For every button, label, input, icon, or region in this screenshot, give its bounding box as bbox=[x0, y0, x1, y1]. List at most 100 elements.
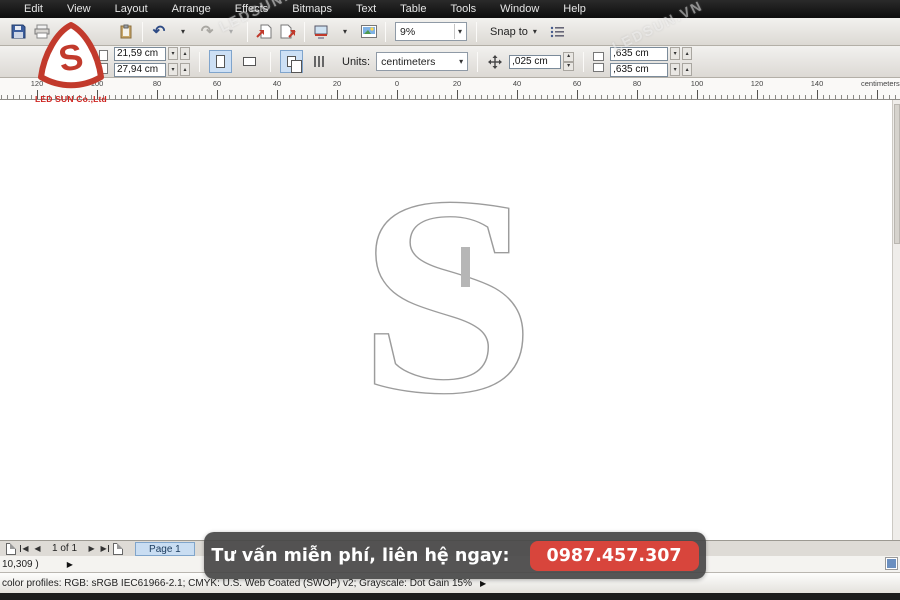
duplicate-x-spin-down[interactable]: ▾ bbox=[670, 47, 680, 60]
units-select[interactable]: centimeters ▾ bbox=[376, 52, 468, 71]
toolbar-separator bbox=[270, 52, 271, 72]
welcome-screen-icon bbox=[361, 25, 377, 38]
last-page-button[interactable]: ▶ bbox=[98, 542, 111, 555]
text-cursor-bar bbox=[461, 247, 470, 287]
vertical-scrollbar[interactable] bbox=[892, 100, 900, 540]
options-button[interactable] bbox=[547, 21, 569, 43]
zoom-level-value: 9% bbox=[400, 26, 451, 38]
toolbar-separator bbox=[476, 22, 477, 42]
snap-to-button[interactable]: Snap to ▾ bbox=[482, 21, 545, 43]
import-button[interactable] bbox=[253, 21, 275, 43]
paper-width-spin-down[interactable]: ▾ bbox=[168, 47, 178, 60]
menu-help[interactable]: Help bbox=[551, 0, 598, 18]
toolbar-separator bbox=[142, 22, 143, 42]
landscape-button[interactable] bbox=[238, 50, 261, 73]
ruler-unit-label: centimeters bbox=[861, 79, 900, 88]
menu-view[interactable]: View bbox=[55, 0, 103, 18]
toolbar-separator bbox=[477, 52, 478, 72]
menu-window[interactable]: Window bbox=[488, 0, 551, 18]
launcher-dropdown[interactable]: ▾ bbox=[334, 21, 356, 43]
paper-width-field[interactable] bbox=[114, 47, 166, 61]
redo-dropdown[interactable]: ▾ bbox=[220, 21, 242, 43]
portrait-icon bbox=[216, 55, 225, 68]
ruler-label: 60 bbox=[213, 79, 221, 88]
application-launcher-button[interactable] bbox=[310, 21, 332, 43]
all-pages-icon bbox=[287, 56, 296, 67]
nudge-distance-field[interactable] bbox=[509, 55, 561, 69]
next-page-button[interactable]: ▶ bbox=[85, 542, 98, 555]
save-button[interactable] bbox=[7, 21, 29, 43]
app-window: Edit View Layout Arrange Effects Bitmaps… bbox=[0, 0, 900, 600]
chevron-down-icon: ▾ bbox=[458, 28, 462, 36]
menu-arrange[interactable]: Arrange bbox=[160, 0, 223, 18]
nudge-spinner[interactable]: ▴ ▾ bbox=[563, 52, 574, 71]
ruler-label: 0 bbox=[395, 79, 399, 88]
duplicate-y-spin-down[interactable]: ▾ bbox=[670, 63, 680, 76]
ledsun-logo: S LED SUN Co.,Ltd bbox=[28, 21, 114, 104]
first-page-button[interactable]: ◀ bbox=[18, 542, 31, 555]
paste-button[interactable] bbox=[115, 21, 137, 43]
menu-layout[interactable]: Layout bbox=[103, 0, 160, 18]
undo-button[interactable]: ↶ bbox=[148, 21, 170, 43]
paper-height-spin-up[interactable]: ▴ bbox=[180, 63, 190, 76]
last-page-icon bbox=[108, 545, 109, 552]
paper-height-spin-down[interactable]: ▾ bbox=[168, 63, 178, 76]
portrait-button[interactable] bbox=[209, 50, 232, 73]
undo-icon: ↶ bbox=[153, 24, 166, 39]
duplicate-x-field[interactable] bbox=[610, 47, 668, 61]
menubar: Edit View Layout Arrange Effects Bitmaps… bbox=[0, 0, 900, 18]
add-page-after-button[interactable] bbox=[113, 543, 123, 555]
ruler-label: 80 bbox=[633, 79, 641, 88]
zoom-level-select[interactable]: 9% ▾ bbox=[395, 22, 467, 41]
letter-s-shape[interactable]: S bbox=[357, 137, 536, 453]
snap-to-label: Snap to bbox=[490, 26, 528, 38]
duplicate-distance-group: ▾ ▴ ▾ ▴ bbox=[610, 47, 692, 77]
units-label: Units: bbox=[342, 56, 370, 68]
menu-tools[interactable]: Tools bbox=[438, 0, 488, 18]
menu-effects[interactable]: Effects bbox=[223, 0, 280, 18]
ledsun-logo-text: LED SUN Co.,Ltd bbox=[28, 94, 114, 104]
status-flyout-icon[interactable]: ▶ bbox=[67, 560, 73, 569]
landscape-icon bbox=[243, 57, 256, 66]
duplicate-y-spin-up[interactable]: ▴ bbox=[682, 63, 692, 76]
menu-bitmaps[interactable]: Bitmaps bbox=[280, 0, 344, 18]
current-page-button[interactable] bbox=[309, 50, 332, 73]
paper-width-spin-up[interactable]: ▴ bbox=[180, 47, 190, 60]
welcome-screen-button[interactable] bbox=[358, 21, 380, 43]
previous-page-button[interactable]: ◀ bbox=[31, 542, 44, 555]
menu-text[interactable]: Text bbox=[344, 0, 388, 18]
undo-dropdown[interactable]: ▾ bbox=[172, 21, 194, 43]
duplicate-x-icon bbox=[593, 52, 604, 61]
all-pages-button[interactable] bbox=[280, 50, 303, 73]
vertical-scrollbar-thumb[interactable] bbox=[894, 104, 900, 244]
duplicate-y-field[interactable] bbox=[610, 63, 668, 77]
menu-edit[interactable]: Edit bbox=[12, 0, 55, 18]
chevron-down-icon: ▾ bbox=[343, 28, 347, 36]
contact-overlay-bar: Tư vấn miễn phí, liên hệ ngay: 0987.457.… bbox=[204, 532, 706, 579]
window-bottom-edge bbox=[0, 593, 900, 600]
paper-height-field[interactable] bbox=[114, 63, 166, 77]
paper-size-group: ▾ ▴ ▾ ▴ bbox=[114, 47, 190, 77]
duplicate-x-spin-up[interactable]: ▴ bbox=[682, 47, 692, 60]
canvas-area[interactable]: S bbox=[0, 100, 900, 540]
options-icon bbox=[550, 26, 565, 38]
add-page-before-button[interactable] bbox=[6, 543, 16, 555]
export-button[interactable] bbox=[277, 21, 299, 43]
redo-icon: ↷ bbox=[201, 24, 214, 39]
application-launcher-icon bbox=[313, 25, 329, 39]
page-tab[interactable]: Page 1 bbox=[135, 542, 195, 556]
status-flyout-icon[interactable]: ▶ bbox=[480, 579, 486, 588]
horizontal-ruler[interactable]: 120 100 80 60 40 20 0 20 40 60 80 100 12… bbox=[0, 78, 900, 100]
first-page-icon bbox=[20, 545, 21, 552]
contact-message: Tư vấn miễn phí, liên hệ ngay: bbox=[211, 546, 509, 566]
phone-number-button[interactable]: 0987.457.307 bbox=[530, 541, 699, 571]
toolbar-separator bbox=[304, 22, 305, 42]
ruler-label: 20 bbox=[333, 79, 341, 88]
export-icon bbox=[280, 24, 296, 39]
toolbar-separator bbox=[247, 22, 248, 42]
menu-table[interactable]: Table bbox=[388, 0, 438, 18]
redo-button[interactable]: ↷ bbox=[196, 21, 218, 43]
spin-up-icon[interactable]: ▴ bbox=[563, 52, 574, 62]
spin-down-icon[interactable]: ▾ bbox=[563, 62, 574, 72]
toolbar-separator bbox=[199, 52, 200, 72]
